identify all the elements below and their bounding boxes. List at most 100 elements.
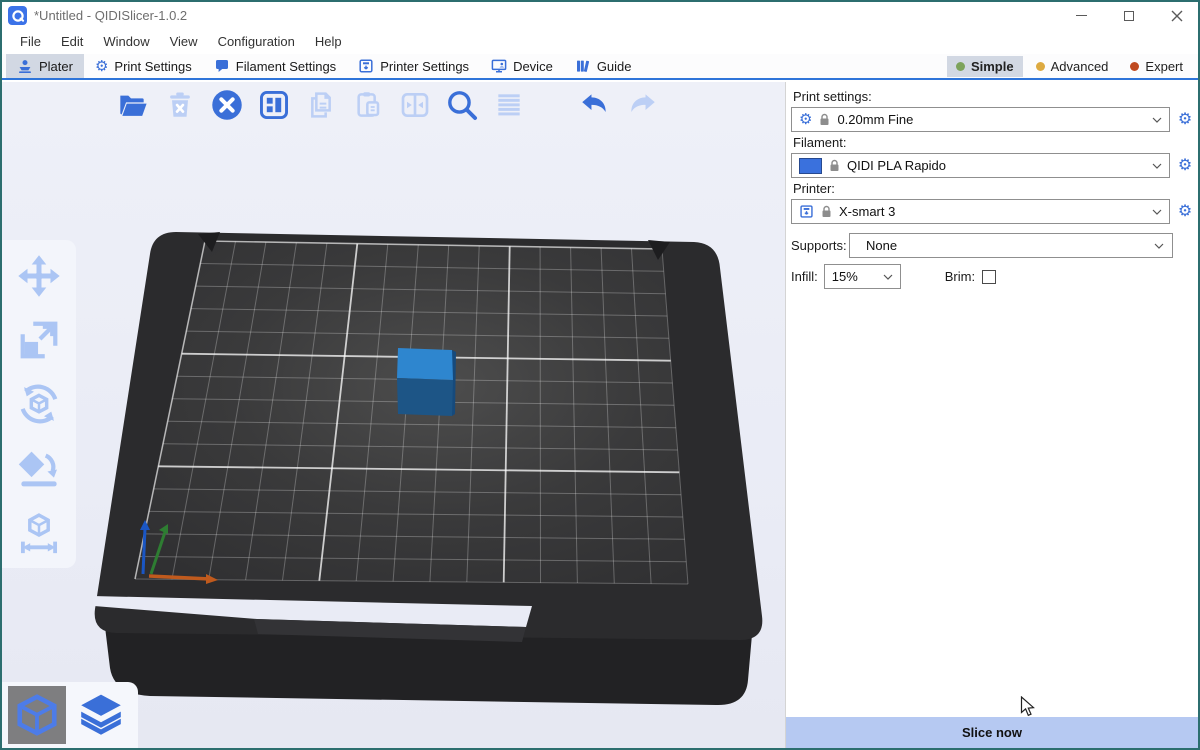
search-icon[interactable] bbox=[445, 88, 479, 122]
maximize-button[interactable] bbox=[1122, 9, 1136, 23]
editor-view-button[interactable] bbox=[8, 686, 66, 744]
mode-expert[interactable]: Expert bbox=[1121, 56, 1192, 77]
lock-icon bbox=[819, 113, 830, 126]
delete-all-icon[interactable] bbox=[210, 88, 244, 122]
rotate-tool-icon[interactable] bbox=[13, 378, 65, 430]
copy-icon[interactable] bbox=[304, 88, 338, 122]
menu-window[interactable]: Window bbox=[93, 31, 159, 52]
brim-label: Brim: bbox=[945, 269, 975, 284]
printer-icon bbox=[358, 58, 374, 74]
menu-help[interactable]: Help bbox=[305, 31, 352, 52]
guide-icon bbox=[575, 58, 591, 74]
filament-combo[interactable]: QIDI PLA Rapido bbox=[791, 153, 1170, 178]
tab-label: Guide bbox=[597, 59, 632, 74]
print-settings-label: Print settings: bbox=[793, 89, 1192, 104]
settings-panel: Print settings: ⚙ 0.20mm Fine ⚙ Filament… bbox=[785, 82, 1198, 748]
tab-label: Plater bbox=[39, 59, 73, 74]
place-on-face-tool-icon[interactable] bbox=[13, 442, 65, 494]
preview-view-button[interactable] bbox=[72, 686, 130, 744]
gear-icon: ⚙ bbox=[799, 112, 812, 127]
move-tool-icon[interactable] bbox=[13, 250, 65, 302]
mouse-cursor bbox=[1020, 696, 1036, 718]
arrange-icon[interactable] bbox=[257, 88, 291, 122]
redo-icon[interactable] bbox=[625, 88, 659, 122]
simple-mode-dot-icon bbox=[956, 62, 965, 71]
mode-advanced[interactable]: Advanced bbox=[1027, 56, 1118, 77]
menu-file[interactable]: File bbox=[10, 31, 51, 52]
menu-bar: File Edit Window View Configuration Help bbox=[2, 29, 1198, 54]
infill-label: Infill: bbox=[791, 269, 818, 284]
supports-value: None bbox=[866, 238, 897, 253]
menu-edit[interactable]: Edit bbox=[51, 31, 93, 52]
close-button[interactable] bbox=[1170, 9, 1184, 23]
tab-filament-settings[interactable]: Filament Settings bbox=[203, 54, 347, 78]
filament-color-swatch bbox=[799, 158, 822, 174]
chevron-down-icon bbox=[1152, 117, 1162, 123]
tab-guide[interactable]: Guide bbox=[564, 54, 643, 78]
supports-combo[interactable]: None bbox=[849, 233, 1173, 258]
lock-icon bbox=[829, 159, 840, 172]
left-toolbar bbox=[2, 240, 76, 568]
mode-simple[interactable]: Simple bbox=[947, 56, 1023, 77]
title-bar: *Untitled - QIDISlicer-1.0.2 bbox=[2, 2, 1198, 29]
split-objects-icon[interactable] bbox=[398, 88, 432, 122]
plater-icon bbox=[17, 58, 33, 74]
minimize-button[interactable] bbox=[1074, 9, 1088, 23]
print-settings-gear-button[interactable]: ⚙ bbox=[1176, 112, 1194, 128]
lock-icon bbox=[821, 205, 832, 218]
layers-view-icon bbox=[76, 690, 126, 740]
window-title: *Untitled - QIDISlicer-1.0.2 bbox=[34, 8, 187, 23]
tab-bar: Plater ⚙ Print Settings Filament Setting… bbox=[2, 54, 1198, 80]
app-logo-icon bbox=[8, 6, 27, 25]
filament-icon bbox=[214, 58, 230, 74]
tab-device[interactable]: Device bbox=[480, 54, 564, 78]
tab-print-settings[interactable]: ⚙ Print Settings bbox=[84, 54, 203, 78]
chevron-down-icon bbox=[1152, 163, 1162, 169]
slice-now-button[interactable]: Slice now bbox=[786, 717, 1198, 748]
printer-label: Printer: bbox=[793, 181, 1192, 196]
filament-label: Filament: bbox=[793, 135, 1192, 150]
paste-icon[interactable] bbox=[351, 88, 385, 122]
brim-checkbox[interactable] bbox=[982, 270, 996, 284]
print-settings-combo[interactable]: ⚙ 0.20mm Fine bbox=[791, 107, 1170, 132]
chevron-down-icon bbox=[883, 274, 893, 280]
measure-tool-icon[interactable] bbox=[13, 506, 65, 558]
chevron-down-icon bbox=[1154, 243, 1164, 249]
print-settings-value: 0.20mm Fine bbox=[837, 112, 913, 127]
tab-plater[interactable]: Plater bbox=[6, 54, 84, 78]
variable-layer-height-icon[interactable] bbox=[492, 88, 526, 122]
printer-combo[interactable]: X-smart 3 bbox=[791, 199, 1170, 224]
tab-label: Filament Settings bbox=[236, 59, 336, 74]
chevron-down-icon bbox=[1152, 209, 1162, 215]
scale-tool-icon[interactable] bbox=[13, 314, 65, 366]
top-toolbar bbox=[116, 88, 659, 122]
device-icon bbox=[491, 58, 507, 74]
delete-icon[interactable] bbox=[163, 88, 197, 122]
menu-view[interactable]: View bbox=[160, 31, 208, 52]
printer-bed-scene bbox=[2, 82, 785, 748]
infill-value: 15% bbox=[832, 269, 858, 284]
printer-value: X-smart 3 bbox=[839, 204, 895, 219]
tab-label: Printer Settings bbox=[380, 59, 469, 74]
mode-selector: Simple Advanced Expert bbox=[947, 54, 1198, 78]
expert-mode-dot-icon bbox=[1130, 62, 1139, 71]
gear-icon: ⚙ bbox=[95, 59, 108, 74]
tab-printer-settings[interactable]: Printer Settings bbox=[347, 54, 480, 78]
model-cube bbox=[397, 348, 456, 416]
tab-label: Print Settings bbox=[114, 59, 191, 74]
filament-value: QIDI PLA Rapido bbox=[847, 158, 946, 173]
printer-gear-button[interactable]: ⚙ bbox=[1176, 204, 1194, 220]
menu-configuration[interactable]: Configuration bbox=[208, 31, 305, 52]
app-window: *Untitled - QIDISlicer-1.0.2 File Edit W… bbox=[0, 0, 1200, 750]
view-toggle-bar bbox=[2, 682, 138, 748]
undo-icon[interactable] bbox=[578, 88, 612, 122]
viewport-3d[interactable] bbox=[2, 82, 785, 748]
cube-view-icon bbox=[14, 692, 60, 738]
filament-gear-button[interactable]: ⚙ bbox=[1176, 158, 1194, 174]
infill-combo[interactable]: 15% bbox=[824, 264, 901, 289]
open-icon[interactable] bbox=[116, 88, 150, 122]
printer-icon bbox=[799, 204, 814, 219]
advanced-mode-dot-icon bbox=[1036, 62, 1045, 71]
supports-label: Supports: bbox=[791, 238, 849, 253]
tab-label: Device bbox=[513, 59, 553, 74]
